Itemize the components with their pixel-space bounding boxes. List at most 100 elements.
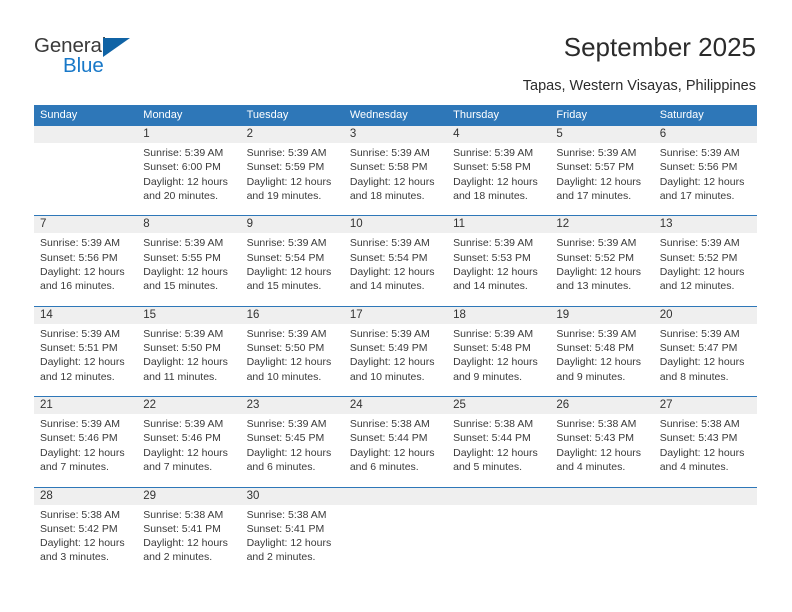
sunrise-text: Sunrise: 5:38 AM [556, 418, 637, 431]
sunrise-text: Sunrise: 5:38 AM [40, 508, 120, 521]
page-subtitle: Tapas, Western Visayas, Philippines [522, 78, 756, 94]
sunset-text: Sunset: 5:56 PM [659, 161, 738, 174]
day-number: 10 [349, 218, 363, 231]
sunset-text: Sunset: 5:45 PM [246, 432, 325, 445]
calendar-day-cell[interactable]: 22 Sunrise: 5:39 AM Sunset: 5:46 PM Dayl… [137, 397, 240, 486]
calendar-day-cell[interactable]: 21 Sunrise: 5:39 AM Sunset: 5:46 PM Dayl… [34, 397, 137, 486]
calendar-day-cell[interactable] [447, 488, 550, 577]
calendar-day-cell[interactable]: 17 Sunrise: 5:39 AM Sunset: 5:49 PM Dayl… [344, 307, 447, 396]
day-number: 13 [659, 218, 673, 231]
day-number: 29 [143, 489, 157, 502]
day-number: 15 [143, 308, 157, 321]
sunset-text: Sunset: 5:57 PM [556, 161, 635, 174]
calendar-day-cell[interactable]: 26 Sunrise: 5:38 AM Sunset: 5:43 PM Dayl… [550, 397, 653, 486]
daylight-text: Daylight: 12 hours and 17 minutes. [556, 175, 642, 202]
calendar-day-cell[interactable]: 12 Sunrise: 5:39 AM Sunset: 5:52 PM Dayl… [550, 216, 653, 305]
sunrise-text: Sunrise: 5:38 AM [143, 508, 224, 521]
sunrise-text: Sunrise: 5:39 AM [246, 418, 327, 431]
calendar-day-cell[interactable] [654, 488, 757, 577]
sunrise-text: Sunrise: 5:39 AM [349, 147, 430, 159]
day-info: Sunrise: 5:39 AM Sunset: 5:56 PM Dayligh… [660, 146, 751, 203]
sunset-text: Sunset: 5:49 PM [349, 342, 428, 355]
daylight-text: Daylight: 12 hours and 7 minutes. [40, 446, 125, 474]
sunrise-text: Sunrise: 5:39 AM [246, 237, 327, 250]
daylight-text: Daylight: 12 hours and 17 minutes. [659, 175, 745, 202]
calendar-day-cell[interactable]: 3 Sunrise: 5:39 AM Sunset: 5:58 PM Dayli… [344, 126, 447, 215]
daylight-text: Daylight: 12 hours and 10 minutes. [246, 356, 332, 383]
sunrise-text: Sunrise: 5:39 AM [659, 147, 740, 159]
calendar-day-cell[interactable]: 18 Sunrise: 5:39 AM Sunset: 5:48 PM Dayl… [447, 307, 550, 396]
sunset-text: Sunset: 5:50 PM [246, 342, 325, 355]
calendar-day-cell[interactable]: 10 Sunrise: 5:39 AM Sunset: 5:54 PM Dayl… [344, 216, 447, 305]
day-number: 8 [143, 218, 150, 231]
sunset-text: Sunset: 5:59 PM [246, 161, 325, 174]
sunrise-text: Sunrise: 5:39 AM [246, 147, 327, 159]
calendar-day-cell[interactable]: 5 Sunrise: 5:39 AM Sunset: 5:57 PM Dayli… [550, 126, 653, 215]
day-info: Sunrise: 5:39 AM Sunset: 5:46 PM Dayligh… [143, 417, 234, 474]
day-info: Sunrise: 5:38 AM Sunset: 5:41 PM Dayligh… [143, 508, 234, 565]
sunset-text: Sunset: 5:52 PM [659, 251, 738, 264]
day-number: 23 [246, 399, 260, 412]
calendar-day-cell[interactable]: 25 Sunrise: 5:38 AM Sunset: 5:44 PM Dayl… [447, 397, 550, 486]
calendar-day-cell[interactable]: 8 Sunrise: 5:39 AM Sunset: 5:55 PM Dayli… [137, 216, 240, 305]
calendar-day-cell[interactable]: 1 Sunrise: 5:39 AM Sunset: 6:00 PM Dayli… [137, 126, 240, 215]
calendar-day-cell[interactable]: 7 Sunrise: 5:39 AM Sunset: 5:56 PM Dayli… [34, 216, 137, 305]
day-info: Sunrise: 5:39 AM Sunset: 5:48 PM Dayligh… [453, 327, 544, 384]
day-info: Sunrise: 5:39 AM Sunset: 6:00 PM Dayligh… [143, 146, 234, 203]
calendar-day-cell[interactable]: 6 Sunrise: 5:39 AM Sunset: 5:56 PM Dayli… [654, 126, 757, 215]
daylight-text: Daylight: 12 hours and 11 minutes. [143, 356, 228, 383]
general-blue-logo: General Blue [34, 34, 184, 84]
daylight-text: Daylight: 12 hours and 2 minutes. [246, 537, 332, 564]
calendar-day-cell[interactable] [344, 488, 447, 577]
calendar-day-cell[interactable]: 2 Sunrise: 5:39 AM Sunset: 5:59 PM Dayli… [241, 126, 344, 215]
sunrise-text: Sunrise: 5:38 AM [659, 418, 740, 431]
calendar-day-cell[interactable]: 9 Sunrise: 5:39 AM Sunset: 5:54 PM Dayli… [241, 216, 344, 305]
day-number: 17 [349, 308, 363, 321]
calendar-day-cell[interactable]: 24 Sunrise: 5:38 AM Sunset: 5:44 PM Dayl… [344, 397, 447, 486]
day-info: Sunrise: 5:39 AM Sunset: 5:47 PM Dayligh… [660, 327, 751, 384]
day-number: 21 [40, 399, 53, 412]
weekday-header-wednesday: Wednesday [349, 109, 408, 121]
day-number: 16 [246, 308, 260, 321]
calendar-day-cell[interactable]: 11 Sunrise: 5:39 AM Sunset: 5:53 PM Dayl… [447, 216, 550, 305]
day-info: Sunrise: 5:39 AM Sunset: 5:50 PM Dayligh… [143, 327, 234, 384]
sunrise-text: Sunrise: 5:39 AM [556, 147, 637, 159]
calendar-day-cell[interactable]: 27 Sunrise: 5:38 AM Sunset: 5:43 PM Dayl… [654, 397, 757, 486]
daylight-text: Daylight: 12 hours and 14 minutes. [453, 265, 538, 293]
calendar-day-cell[interactable]: 4 Sunrise: 5:39 AM Sunset: 5:58 PM Dayli… [447, 126, 550, 215]
calendar-day-cell[interactable]: 28 Sunrise: 5:38 AM Sunset: 5:42 PM Dayl… [34, 488, 137, 577]
sunrise-text: Sunrise: 5:39 AM [143, 147, 224, 159]
calendar-day-cell[interactable]: 20 Sunrise: 5:39 AM Sunset: 5:47 PM Dayl… [654, 307, 757, 396]
calendar-day-cell[interactable]: 15 Sunrise: 5:39 AM Sunset: 5:50 PM Dayl… [137, 307, 240, 396]
sunset-text: Sunset: 5:58 PM [453, 161, 531, 174]
day-info: Sunrise: 5:39 AM Sunset: 5:52 PM Dayligh… [556, 236, 647, 293]
sunset-text: Sunset: 5:54 PM [246, 251, 325, 264]
daylight-text: Daylight: 12 hours and 6 minutes. [349, 446, 435, 474]
sunrise-text: Sunrise: 5:39 AM [659, 237, 740, 250]
weekday-header-friday: Friday [556, 109, 587, 121]
calendar-day-cell[interactable]: 16 Sunrise: 5:39 AM Sunset: 5:50 PM Dayl… [241, 307, 344, 396]
calendar-day-cell[interactable]: 29 Sunrise: 5:38 AM Sunset: 5:41 PM Dayl… [137, 488, 240, 577]
day-info: Sunrise: 5:38 AM Sunset: 5:41 PM Dayligh… [247, 508, 338, 565]
sunset-text: Sunset: 5:50 PM [143, 342, 221, 355]
day-info: Sunrise: 5:39 AM Sunset: 5:54 PM Dayligh… [247, 236, 338, 293]
calendar-day-cell[interactable]: 13 Sunrise: 5:39 AM Sunset: 5:52 PM Dayl… [654, 216, 757, 305]
calendar-page: General Blue September 2025 Tapas, Weste… [0, 0, 792, 612]
calendar-day-cell[interactable]: 23 Sunrise: 5:39 AM Sunset: 5:45 PM Dayl… [241, 397, 344, 486]
day-info: Sunrise: 5:38 AM Sunset: 5:44 PM Dayligh… [453, 417, 544, 474]
calendar-day-cell[interactable]: 30 Sunrise: 5:38 AM Sunset: 5:41 PM Dayl… [241, 488, 344, 577]
day-info: Sunrise: 5:39 AM Sunset: 5:50 PM Dayligh… [247, 327, 338, 384]
day-number: 30 [246, 489, 260, 502]
daylight-text: Daylight: 12 hours and 2 minutes. [143, 537, 228, 564]
day-number: 2 [246, 128, 253, 140]
sunset-text: Sunset: 5:48 PM [556, 342, 635, 355]
calendar-day-cell[interactable] [550, 488, 653, 577]
calendar-day-cell[interactable]: 14 Sunrise: 5:39 AM Sunset: 5:51 PM Dayl… [34, 307, 137, 396]
day-info: Sunrise: 5:38 AM Sunset: 5:43 PM Dayligh… [556, 417, 647, 474]
calendar-day-cell[interactable]: 19 Sunrise: 5:39 AM Sunset: 5:48 PM Dayl… [550, 307, 653, 396]
daylight-text: Daylight: 12 hours and 6 minutes. [246, 446, 332, 474]
day-number: 25 [453, 399, 466, 412]
calendar-day-cell[interactable] [34, 126, 137, 215]
logo-triangle-icon [103, 38, 130, 57]
day-info: Sunrise: 5:39 AM Sunset: 5:58 PM Dayligh… [350, 146, 441, 203]
